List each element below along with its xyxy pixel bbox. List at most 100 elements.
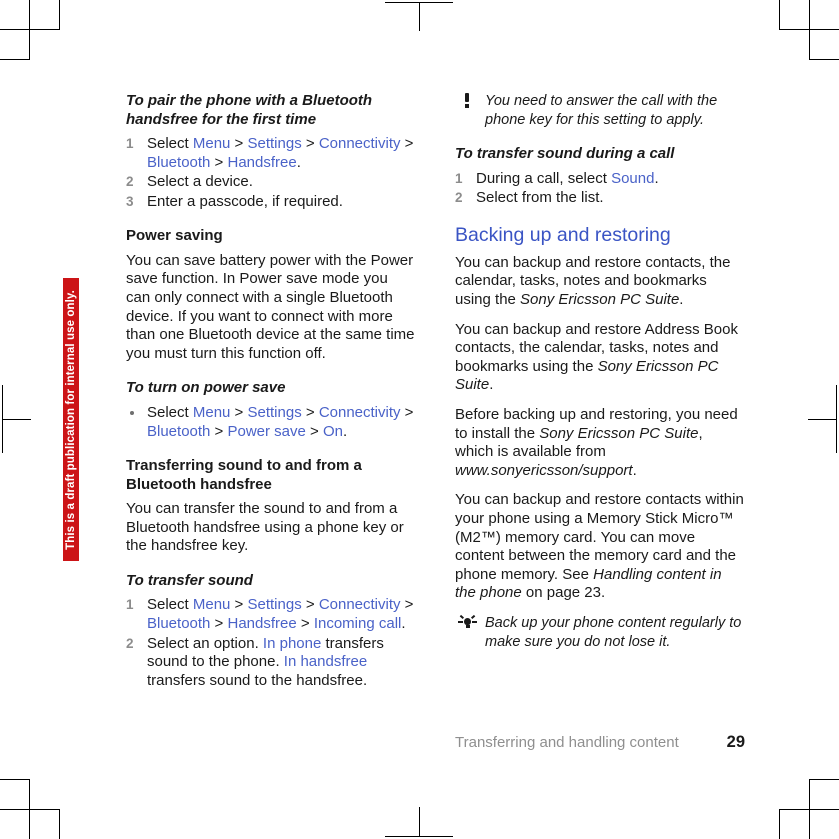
procedure-step: 1 Select Menu > Settings > Connectivity >…	[126, 135, 416, 172]
tip-callout: Back up your phone content regularly to …	[455, 614, 745, 651]
crop-mark-line	[0, 59, 30, 60]
procedure-steps-turn-on-power-save: Select Menu > Settings > Connectivity > …	[126, 404, 416, 441]
text-run: >	[230, 403, 248, 421]
procedure-step: 2 Select a device.	[126, 173, 416, 192]
menu-path-token: Menu	[192, 596, 231, 614]
menu-path-token: Connectivity	[318, 135, 401, 152]
text-run: >	[305, 422, 323, 440]
section-heading-backing-up: Backing up and restoring	[455, 223, 671, 246]
page-footer: Transferring and handling content 29	[455, 733, 745, 752]
text-run: .	[632, 461, 637, 479]
text-run: >	[301, 135, 319, 152]
procedure-step: Select Menu > Settings > Connectivity > …	[126, 404, 416, 441]
menu-path-token: Bluetooth	[147, 422, 211, 440]
fold-mark-line	[419, 807, 420, 836]
menu-path-token: Settings	[247, 403, 302, 421]
menu-path-token: Handsfree	[227, 615, 297, 632]
body-paragraph: Before backing up and restoring, you nee…	[455, 406, 745, 480]
text-run: >	[296, 615, 314, 632]
procedure-step: 2 Select an option. In phone transfers so…	[126, 635, 416, 691]
menu-path-token: Menu	[192, 403, 231, 421]
crop-mark-line	[779, 809, 780, 839]
footer-page-number: 29	[726, 733, 745, 751]
procedure-heading-turn-on-power-save: To turn on power save	[126, 379, 286, 397]
body-paragraph: You can backup and restore Address Book …	[455, 321, 745, 395]
menu-path-token: Bluetooth	[147, 615, 211, 632]
text-run: >	[301, 596, 319, 614]
text-run: on page 23.	[521, 584, 606, 602]
body-paragraph: You can backup and restore contacts, the…	[455, 254, 745, 310]
text-run: .	[296, 153, 301, 171]
procedure-step: 2 Select from the list.	[455, 189, 745, 208]
text-run: Select a device.	[147, 173, 253, 191]
emphasised-text: Sony Ericsson PC Suite	[539, 424, 699, 442]
crop-mark-line	[29, 0, 30, 60]
menu-path-token: Handsfree	[227, 153, 297, 171]
text-run: Select	[147, 596, 193, 614]
draft-watermark: This is a draft publication for internal…	[63, 278, 79, 561]
text-run: Select	[147, 403, 193, 421]
manual-page: This is a draft publication for internal…	[0, 0, 839, 839]
draft-watermark-text: This is a draft publication for internal…	[65, 289, 77, 550]
text-run: During a call, select	[476, 169, 612, 187]
footer-chapter-title: Transferring and handling content	[455, 734, 679, 751]
text-run: Select from the list.	[476, 189, 604, 207]
crop-mark-line	[809, 779, 839, 780]
text-run: .	[401, 615, 406, 632]
crop-mark-line	[59, 0, 60, 30]
procedure-step: 1 Select Menu > Settings > Connectivity >…	[126, 596, 416, 633]
text-run: >	[400, 135, 414, 152]
text-run: Select an option.	[147, 634, 263, 652]
fold-mark-line	[385, 836, 453, 837]
text-run: Select	[147, 135, 193, 152]
crop-mark-line	[809, 0, 810, 60]
crop-mark-line	[0, 809, 60, 810]
body-paragraph: You can backup and restore contacts with…	[455, 491, 745, 603]
procedure-heading-transfer-sound: To transfer sound	[126, 571, 253, 589]
left-text-column: To pair the phone with a Bluetooth hands…	[126, 92, 416, 701]
procedure-heading-pair-handsfree: To pair the phone with a Bluetooth hands…	[126, 92, 373, 128]
text-run: >	[210, 422, 228, 440]
crop-mark-line	[779, 29, 839, 30]
right-text-column: You need to answer the call with the pho…	[455, 92, 745, 663]
section-heading-power-saving: Power saving	[126, 227, 223, 245]
procedure-steps-transfer-during-call: 1 During a call, select Sound. 2 Select fro…	[455, 170, 745, 208]
section-heading-transferring-sound: Transferring sound to and from a Bluetoo…	[126, 457, 362, 493]
crop-mark-line	[779, 0, 780, 30]
step-number: 3	[126, 193, 134, 209]
menu-path-token: Sound	[611, 169, 655, 187]
menu-path-token: Bluetooth	[147, 153, 211, 171]
text-run: >	[301, 403, 319, 421]
text-run: Enter a passcode, if required.	[147, 192, 343, 210]
crop-mark-line	[0, 779, 30, 780]
fold-mark-line	[419, 2, 420, 31]
crop-mark-line	[59, 809, 60, 839]
menu-path-token: In handsfree	[283, 653, 368, 671]
menu-path-token: Connectivity	[318, 596, 401, 614]
step-text: During a call, select Sound.	[476, 170, 659, 187]
fold-mark-line	[2, 419, 31, 420]
text-run: >	[230, 596, 248, 614]
menu-path-token: Menu	[192, 135, 231, 152]
text-run: .	[489, 376, 494, 394]
step-number: 2	[126, 635, 134, 651]
text-run: >	[210, 615, 228, 632]
menu-path-token: Power save	[227, 422, 306, 440]
step-text: Select Menu > Settings > Connectivity > …	[147, 135, 413, 171]
note-callout: You need to answer the call with the pho…	[455, 92, 745, 129]
bullet-icon	[130, 410, 134, 415]
procedure-step: 3 Enter a passcode, if required.	[126, 193, 416, 212]
fold-mark-line	[808, 419, 837, 420]
emphasised-text: Sony Ericsson PC Suite	[520, 291, 680, 309]
menu-path-token: Incoming call	[313, 615, 402, 632]
text-run: >	[400, 596, 414, 614]
paragraphs-backing-up: You can backup and restore contacts, the…	[455, 254, 745, 603]
step-text: Select from the list.	[476, 189, 604, 206]
tip-callout-text: Back up your phone content regularly to …	[485, 614, 742, 650]
procedure-steps-pair-handsfree: 1 Select Menu > Settings > Connectivity >…	[126, 135, 416, 211]
text-run: >	[210, 153, 228, 171]
text-run: .	[343, 422, 348, 440]
menu-path-token: Settings	[247, 596, 302, 614]
menu-path-token: On	[322, 422, 343, 440]
text-run: transfers sound to the handsfree.	[147, 671, 368, 689]
